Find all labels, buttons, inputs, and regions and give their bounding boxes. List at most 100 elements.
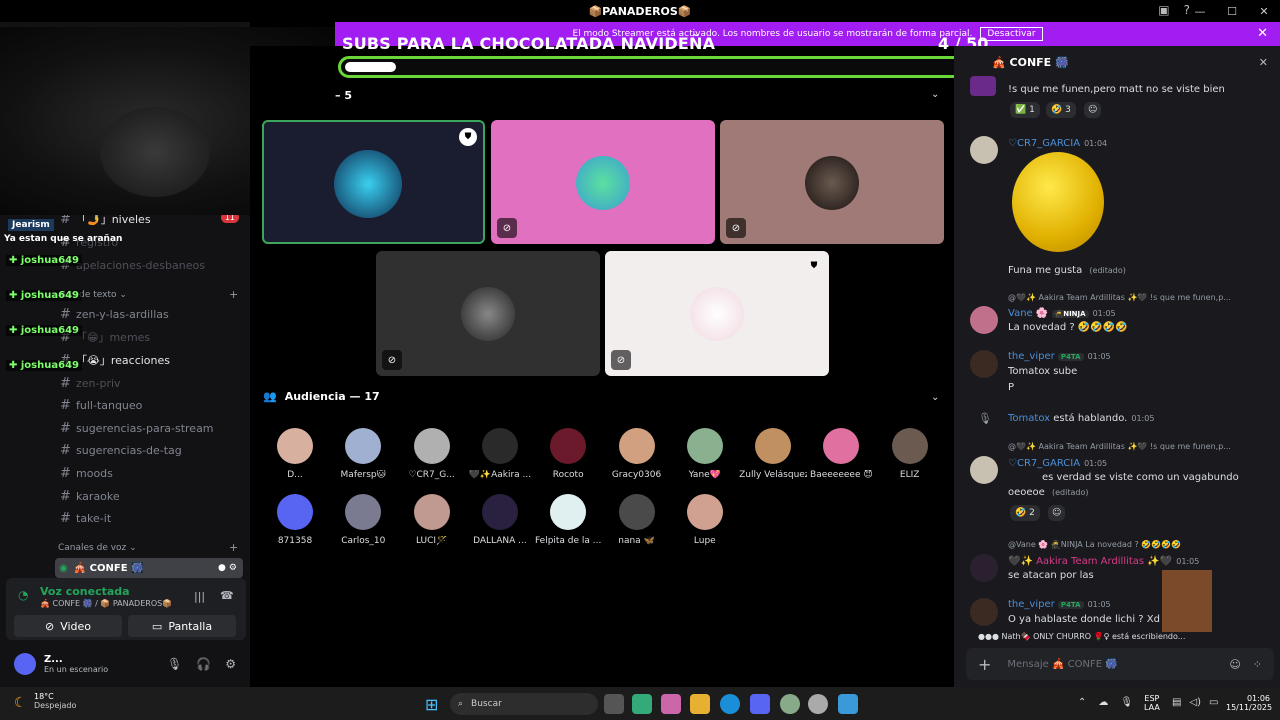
add-reaction-icon[interactable]: ☺ — [1084, 102, 1102, 118]
audience-member[interactable]: Yane💖 — [671, 428, 739, 480]
add-attachment-icon[interactable]: + — [978, 655, 991, 674]
message-author[interactable]: the_viper P4TA 01:05 — [1008, 351, 1111, 362]
avatar[interactable] — [14, 653, 36, 675]
video-button[interactable]: ⊘ Video — [14, 615, 122, 637]
audience-member[interactable]: LUCI🪄 — [398, 494, 466, 546]
apps-icon[interactable]: ⁘ — [1253, 658, 1262, 671]
discord-taskbar-icon[interactable] — [750, 694, 770, 714]
channel-item[interactable]: # sugerencias-para-stream — [60, 418, 245, 438]
gif-image[interactable] — [1162, 570, 1212, 632]
message-author[interactable]: ♡CR7_GARCIA 01:04 — [1008, 138, 1107, 149]
audience-member[interactable]: 871358 — [261, 494, 329, 546]
voice-category[interactable]: Canales de voz ⌄ — [58, 543, 137, 553]
speaker-tile[interactable]: ⊘ — [376, 251, 600, 376]
channel-item[interactable]: # zen-y-las-ardillas — [60, 304, 245, 324]
close-button[interactable]: ✕ — [1248, 0, 1280, 22]
noise-suppression-icon[interactable]: ||| — [194, 590, 205, 603]
audience-member[interactable]: ELIZ — [876, 428, 944, 480]
mic-icon[interactable]: 🎙 — [167, 657, 182, 671]
audience-member[interactable]: ♡CR7_G... — [398, 428, 466, 480]
search-box[interactable]: ⌕ Buscar — [450, 693, 598, 715]
reply-preview[interactable]: @🖤✨ Aakira Team Ardillitas ✨🖤 !s que me … — [1008, 293, 1231, 302]
audience-member[interactable]: D... — [261, 428, 329, 480]
headphones-icon[interactable]: 🎧 — [196, 657, 211, 671]
emoji-icon[interactable]: ☺ — [1229, 658, 1240, 671]
audience-member[interactable]: Felpita de la ... — [534, 494, 602, 546]
chat-avatar[interactable] — [970, 456, 998, 484]
battery-icon[interactable]: ▭ — [1209, 697, 1218, 708]
channel-item[interactable]: # zen-priv — [60, 373, 245, 393]
audience-member[interactable]: Carlos_10 — [329, 494, 397, 546]
channel-item[interactable]: # sugerencias-de-tag — [60, 440, 245, 460]
channel-item[interactable]: # moods — [60, 463, 245, 483]
user-info[interactable]: Z... En un escenario — [44, 654, 108, 674]
minimize-button[interactable]: — — [1184, 0, 1216, 22]
maximize-button[interactable]: ☐ — [1216, 0, 1248, 22]
message-input[interactable]: + Mensaje 🎪 CONFE 🎆 ☺ ⁘ — [966, 648, 1274, 680]
reaction-chip[interactable]: ✅ 1 — [1010, 102, 1040, 118]
speaker-tile[interactable]: ⊘ ⛊ — [605, 251, 829, 376]
chat-avatar[interactable] — [970, 554, 998, 582]
collapse-speakers-icon[interactable]: ⌄ — [931, 89, 939, 100]
channel-item[interactable]: # take-it — [60, 508, 245, 528]
chat-avatar[interactable] — [970, 136, 998, 164]
voice-channel-confe[interactable]: ◉ 🎪 CONFE 🎆 ● ⚙ — [55, 558, 243, 578]
inbox-icon[interactable]: ▣ — [1158, 3, 1169, 17]
edge-icon[interactable] — [720, 694, 740, 714]
author-name[interactable]: Tomatox — [1008, 413, 1050, 424]
voice-location[interactable]: 🎪 CONFE 🎆 / 📦 PANADEROS📦 — [40, 599, 172, 608]
chat-avatar[interactable] — [970, 350, 998, 378]
close-banner-icon[interactable]: ✕ — [1257, 26, 1268, 41]
audience-member[interactable]: DALLANA ... — [466, 494, 534, 546]
weather-widget[interactable]: 18°C Despejado — [34, 692, 76, 710]
task-view-icon[interactable] — [604, 694, 624, 714]
screen-share-button[interactable]: ▭ Pantalla — [128, 615, 236, 637]
audience-member[interactable]: nana 🦋 — [603, 494, 671, 546]
audience-member[interactable]: Gracy0306 — [603, 428, 671, 480]
audience-member[interactable]: 🖤✨Aakira ... — [466, 428, 534, 480]
chat-avatar[interactable] — [970, 598, 998, 626]
cloud-icon[interactable]: ☁ — [1098, 697, 1108, 708]
chat-avatar[interactable] — [970, 76, 996, 96]
reaction-chip[interactable]: 🤣 2 — [1010, 505, 1040, 521]
copilot-icon[interactable] — [661, 694, 681, 714]
chat-avatar[interactable] — [970, 306, 998, 334]
channel-actions-icon[interactable]: ● ⚙ — [218, 563, 237, 573]
audience-member[interactable]: Lupe — [671, 494, 739, 546]
close-chat-icon[interactable]: ✕ — [1259, 56, 1268, 69]
audience-member[interactable]: Rocoto — [534, 428, 602, 480]
channel-item[interactable]: #apelaciones-desbaneos — [60, 255, 245, 275]
channel-item[interactable]: # full-tanqueo — [60, 395, 245, 415]
audience-member[interactable]: Mafersp🐱 — [329, 428, 397, 480]
chevron-up-icon[interactable]: ⌃ — [1078, 697, 1086, 708]
reply-preview[interactable]: @Vane 🌸 🥷NINJA La novedad ? 🤣🤣🤣🤣 — [1008, 540, 1181, 549]
clock[interactable]: 01:06 15/11/2025 — [1226, 694, 1272, 712]
audience-member[interactable]: Zully Velásquez — [739, 428, 807, 480]
message-author[interactable]: Vane 🌸 🥷NINJA 01:05 — [1008, 308, 1116, 319]
reply-preview[interactable]: @🖤✨ Aakira Team Ardillitas ✨🖤 !s que me … — [1008, 442, 1231, 451]
settings-icon[interactable]: ⚙ — [225, 657, 236, 671]
audience-member[interactable]: Baeeeeeee 😈 — [807, 428, 875, 480]
app-icon[interactable] — [780, 694, 800, 714]
channel-item[interactable]: #「😭」reacciones — [60, 350, 245, 370]
app-icon[interactable] — [838, 694, 858, 714]
message-author[interactable]: the_viper P4TA 01:05 — [1008, 599, 1111, 610]
network-icon[interactable]: ▤ — [1172, 697, 1181, 708]
deactivate-button[interactable]: Desactivar — [980, 27, 1043, 41]
add-reaction-icon[interactable]: ☺ — [1048, 505, 1066, 521]
speaker-tile[interactable]: ⛊ — [262, 120, 485, 244]
file-explorer-icon[interactable] — [690, 694, 710, 714]
speaker-tile[interactable]: ⊘ — [491, 120, 715, 244]
reaction-chip[interactable]: 🤣 3 — [1046, 102, 1076, 118]
collapse-audience-icon[interactable]: ⌄ — [931, 392, 939, 403]
volume-icon[interactable]: ◁) — [1189, 697, 1201, 708]
channel-item[interactable]: # karaoke — [60, 486, 245, 506]
obs-icon[interactable] — [808, 694, 828, 714]
message-author[interactable]: ♡CR7_GARCIA 01:05 — [1008, 458, 1107, 469]
store-icon[interactable] — [632, 694, 652, 714]
disconnect-icon[interactable]: ☎ — [220, 589, 234, 602]
language-indicator[interactable]: ESP LAA — [1144, 694, 1160, 712]
weather-icon[interactable]: ☾ — [14, 695, 27, 711]
message-author[interactable]: 🖤✨ Aakira Team Ardillitas ✨🖤 01:05 — [1008, 556, 1199, 567]
windows-start-icon[interactable]: ⊞ — [425, 695, 438, 714]
